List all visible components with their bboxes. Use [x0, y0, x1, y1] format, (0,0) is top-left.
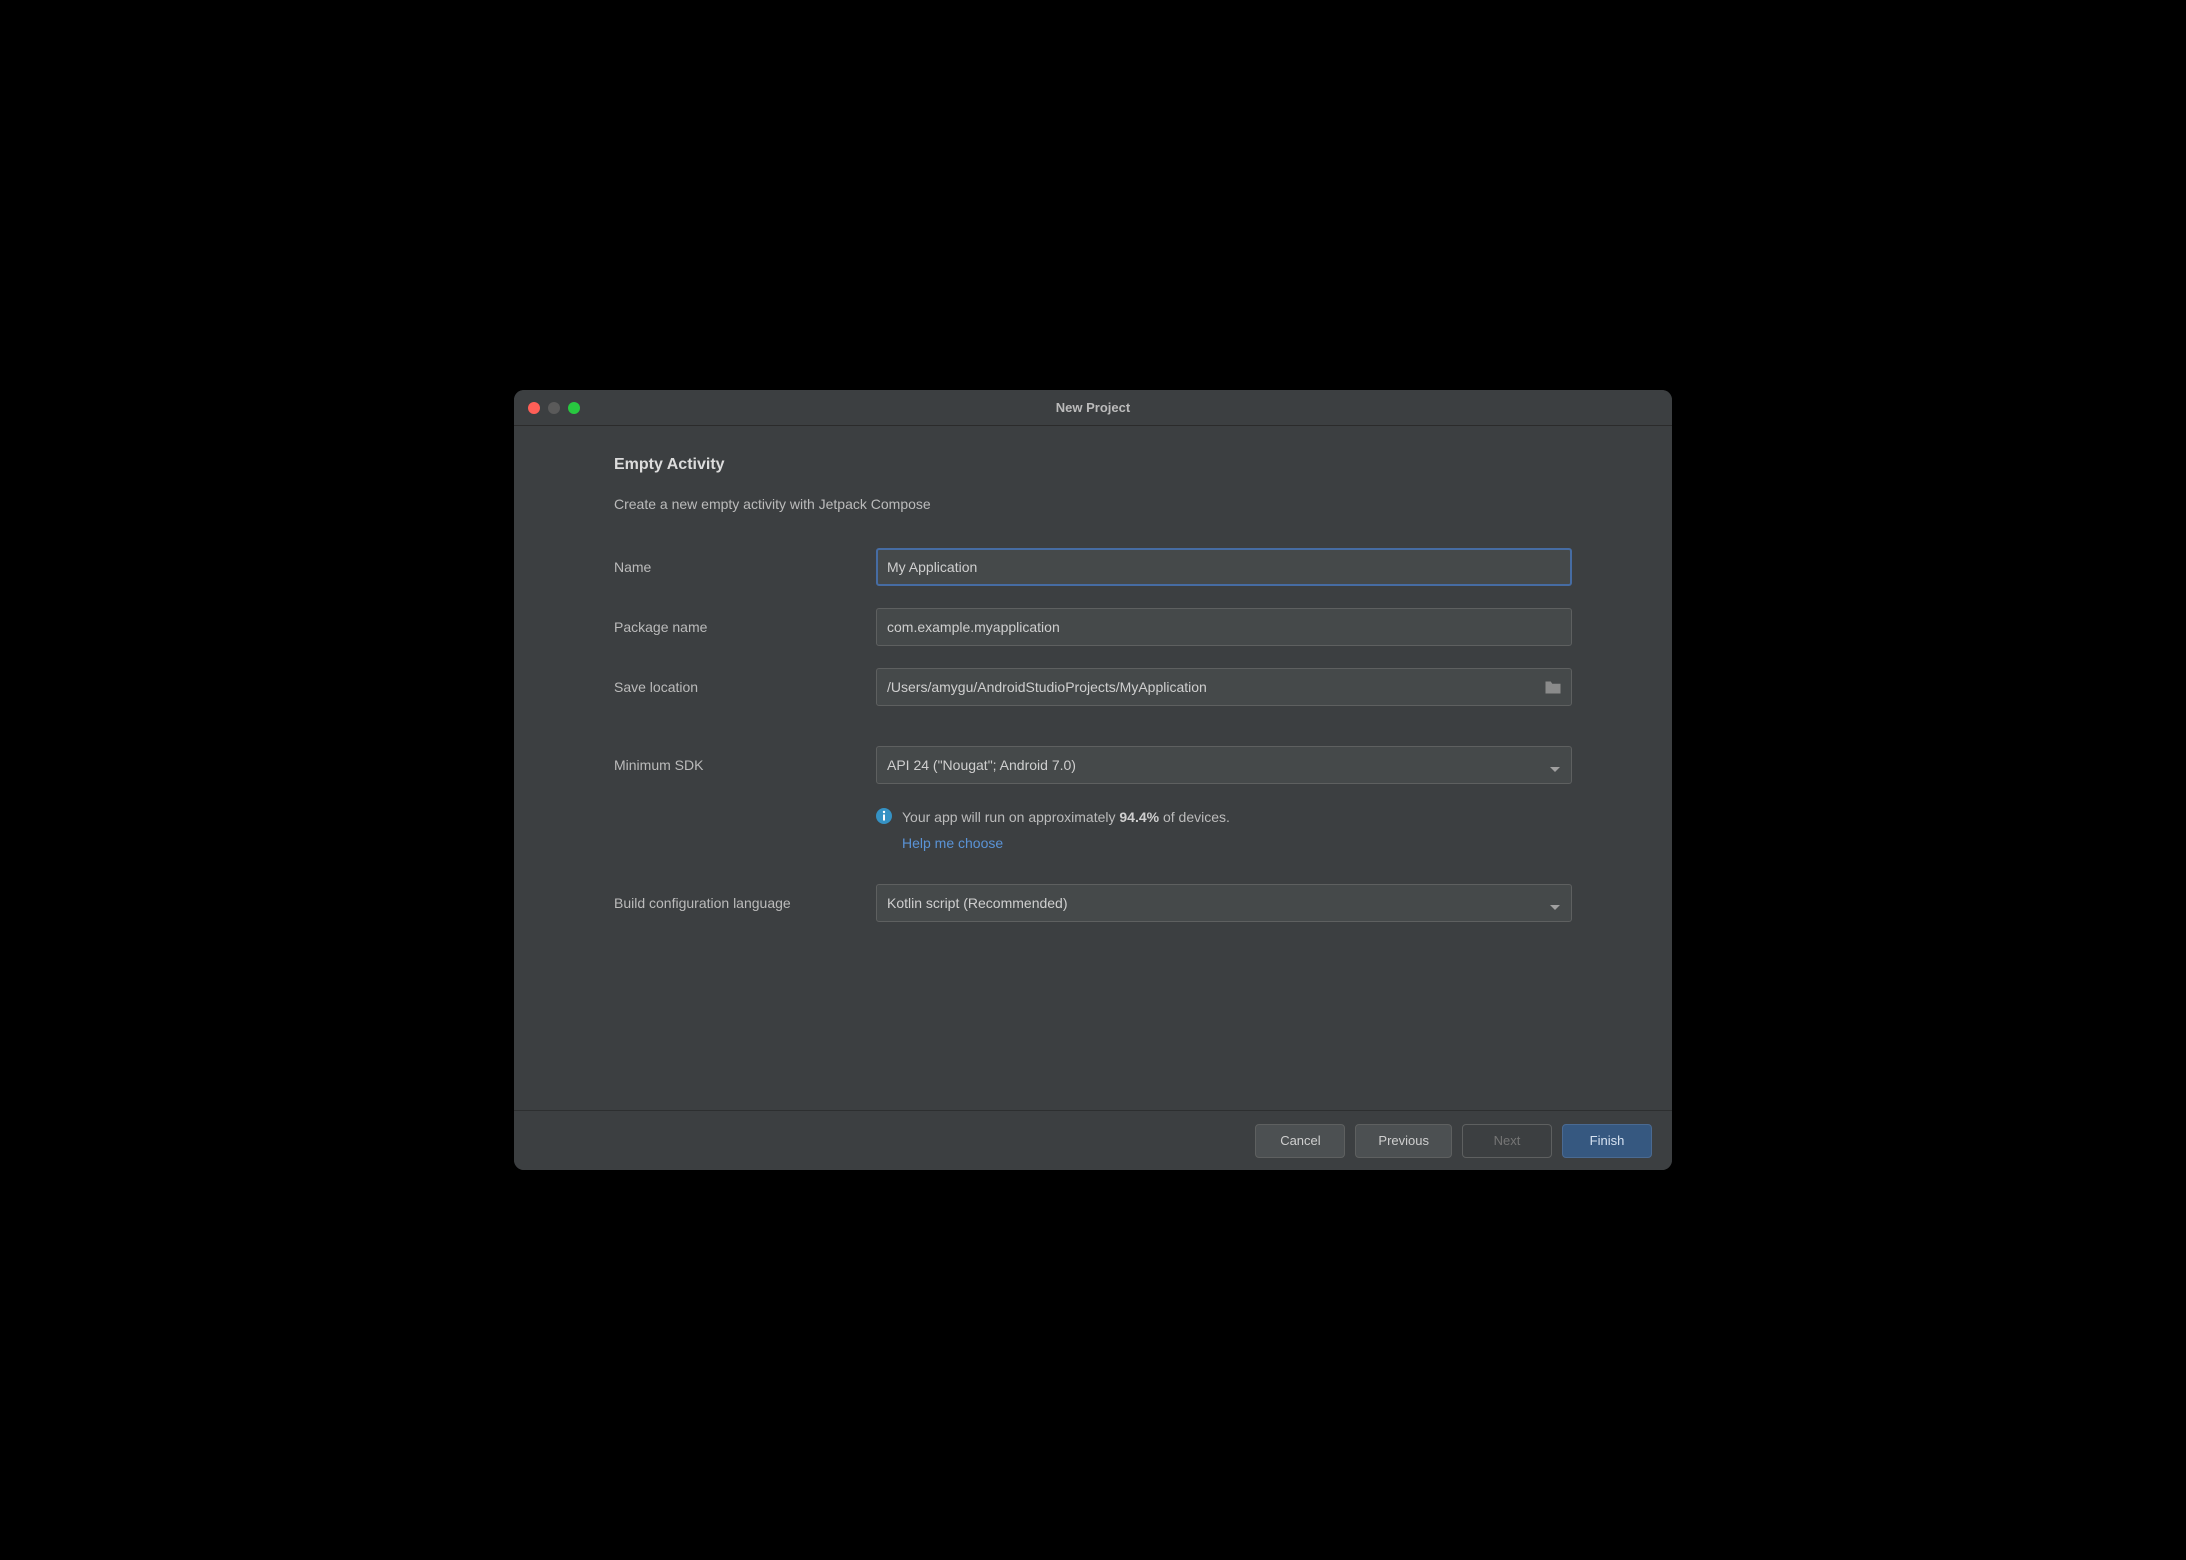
- name-input[interactable]: [876, 548, 1572, 586]
- build-language-value: Kotlin script (Recommended): [887, 895, 1068, 911]
- sdk-info-prefix: Your app will run on approximately: [902, 809, 1119, 825]
- name-label: Name: [614, 559, 876, 575]
- finish-button[interactable]: Finish: [1562, 1124, 1652, 1158]
- build-language-select[interactable]: Kotlin script (Recommended): [876, 884, 1572, 922]
- sdk-info-percent: 94.4%: [1119, 809, 1159, 825]
- chevron-down-icon: [1549, 899, 1561, 907]
- minimum-sdk-value: API 24 ("Nougat"; Android 7.0): [887, 757, 1076, 773]
- chevron-down-icon: [1549, 761, 1561, 769]
- location-row: Save location: [614, 668, 1572, 706]
- package-row: Package name: [614, 608, 1572, 646]
- browse-folder-icon[interactable]: [1544, 680, 1562, 694]
- name-row: Name: [614, 548, 1572, 586]
- dialog-content: Empty Activity Create a new empty activi…: [514, 426, 1672, 1110]
- info-icon: [876, 808, 892, 824]
- sdk-info-text: Your app will run on approximately 94.4%…: [902, 806, 1230, 856]
- help-me-choose-link[interactable]: Help me choose: [902, 832, 1230, 856]
- maximize-window-button[interactable]: [568, 402, 580, 414]
- package-label: Package name: [614, 619, 876, 635]
- location-label: Save location: [614, 679, 876, 695]
- close-window-button[interactable]: [528, 402, 540, 414]
- next-button: Next: [1462, 1124, 1552, 1158]
- buildlang-row: Build configuration language Kotlin scri…: [614, 884, 1572, 922]
- window-title: New Project: [514, 400, 1672, 415]
- minimum-sdk-select[interactable]: API 24 ("Nougat"; Android 7.0): [876, 746, 1572, 784]
- previous-button[interactable]: Previous: [1355, 1124, 1452, 1158]
- sdk-row: Minimum SDK API 24 ("Nougat"; Android 7.…: [614, 746, 1572, 784]
- minimize-window-button[interactable]: [548, 402, 560, 414]
- window-controls: [528, 402, 580, 414]
- package-name-input[interactable]: [876, 608, 1572, 646]
- save-location-input[interactable]: [876, 668, 1572, 706]
- sdk-info-suffix: of devices.: [1159, 809, 1230, 825]
- cancel-button[interactable]: Cancel: [1255, 1124, 1345, 1158]
- page-description: Create a new empty activity with Jetpack…: [614, 496, 1572, 512]
- sdk-info: Your app will run on approximately 94.4%…: [876, 806, 1572, 856]
- titlebar: New Project: [514, 390, 1672, 426]
- page-heading: Empty Activity: [614, 456, 1572, 474]
- buildlang-label: Build configuration language: [614, 895, 876, 911]
- new-project-dialog: New Project Empty Activity Create a new …: [514, 390, 1672, 1170]
- sdk-label: Minimum SDK: [614, 757, 876, 773]
- dialog-footer: Cancel Previous Next Finish: [514, 1110, 1672, 1170]
